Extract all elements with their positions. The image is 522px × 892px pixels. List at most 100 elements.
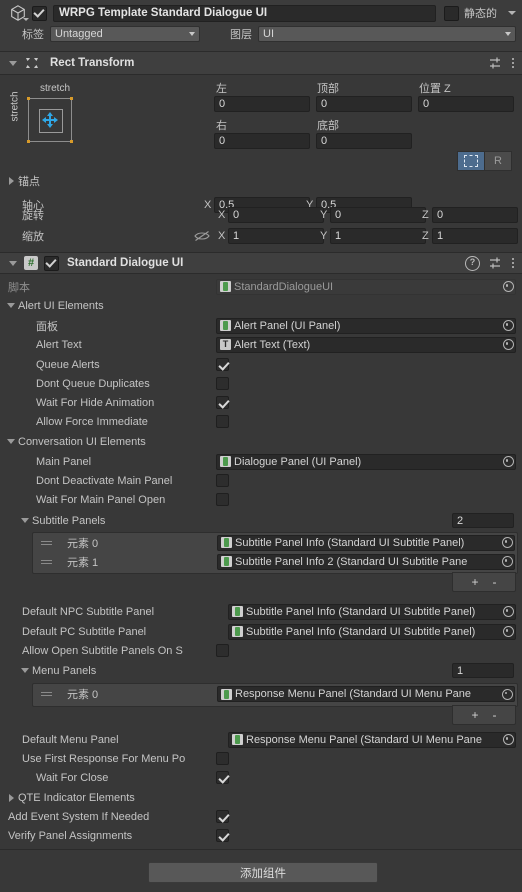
subtitle-panels-foldout[interactable]: Subtitle Panels 2 <box>0 511 522 530</box>
conversation-section-foldout[interactable]: Conversation UI Elements <box>0 432 522 451</box>
subtitle-panels-size-input[interactable]: 2 <box>452 513 514 528</box>
object-picker-icon[interactable] <box>501 320 515 331</box>
inspector-panel: WRPG Template Standard Dialogue UI 静态的 标… <box>0 0 522 892</box>
static-checkbox[interactable] <box>444 5 459 21</box>
prefab-icon <box>232 606 243 617</box>
main-panel-objectfield[interactable]: Dialogue Panel (UI Panel) <box>216 453 516 470</box>
scale-y-input[interactable]: 1 <box>330 227 426 244</box>
tag-dropdown[interactable]: Untagged <box>50 26 200 42</box>
anchors-foldout-row[interactable]: 锚点 <box>0 171 522 190</box>
component-enabled-checkbox[interactable] <box>44 255 59 271</box>
list-item[interactable]: 元素 0 Subtitle Panel Info (Standard UI Su… <box>33 533 517 552</box>
bottom-input[interactable]: 0 <box>316 133 412 149</box>
object-picker-icon[interactable] <box>501 734 515 745</box>
posz-input[interactable]: 0 <box>418 96 514 112</box>
gameobject-active-checkbox[interactable] <box>32 5 47 21</box>
subtitle-element-0-objectfield[interactable]: Subtitle Panel Info (Standard UI Subtitl… <box>217 534 515 551</box>
kebab-menu-icon[interactable] <box>512 256 514 270</box>
alert-text-row: Alert Text Alert Text (Text) <box>0 335 522 354</box>
blueprint-mode-button[interactable] <box>457 151 485 171</box>
subtitle-element-1-objectfield[interactable]: Subtitle Panel Info 2 (Standard UI Subti… <box>217 553 515 570</box>
allow-open-checkbox[interactable] <box>216 644 229 657</box>
right-input[interactable]: 0 <box>214 133 310 149</box>
add-menu-panel-button[interactable]: + <box>471 709 478 721</box>
drag-handle-icon[interactable] <box>41 559 55 564</box>
default-pc-objectfield[interactable]: Subtitle Panel Info (Standard UI Subtitl… <box>228 623 516 640</box>
anchor-top-label: stretch <box>40 83 71 94</box>
preset-icon[interactable] <box>489 256 503 270</box>
stretch-arrows-icon <box>42 112 58 128</box>
main-panel-value: Dialogue Panel (UI Panel) <box>234 455 362 468</box>
remove-menu-panel-button[interactable]: - <box>493 709 497 721</box>
object-picker-icon[interactable] <box>501 626 515 637</box>
default-menu-objectfield[interactable]: Response Menu Panel (Standard UI Menu Pa… <box>228 731 516 748</box>
add-component-button[interactable]: 添加组件 <box>148 862 378 883</box>
object-picker-icon[interactable] <box>501 456 515 467</box>
dont-queue-checkbox[interactable] <box>216 377 229 390</box>
scale-x-input[interactable]: 1 <box>228 227 324 244</box>
allow-force-checkbox[interactable] <box>216 415 229 428</box>
alert-panel-objectfield[interactable]: Alert Panel (UI Panel) <box>216 317 516 334</box>
add-subtitle-panel-button[interactable]: + <box>471 576 478 588</box>
object-picker-icon[interactable] <box>500 556 514 567</box>
dont-deactivate-checkbox[interactable] <box>216 474 229 487</box>
object-picker-icon[interactable] <box>501 339 515 350</box>
left-input[interactable]: 0 <box>214 96 310 112</box>
anchor-preset-widget[interactable]: stretch stretch <box>10 83 94 155</box>
prefab-icon <box>221 556 232 567</box>
rect-transform-icon <box>24 56 42 70</box>
rotation-row: 旋转 X 0 Y 0 Z 0 <box>0 205 522 224</box>
remove-subtitle-panel-button[interactable]: - <box>493 576 497 588</box>
list-item[interactable]: 元素 1 Subtitle Panel Info 2 (Standard UI … <box>33 552 517 571</box>
standard-dialogue-ui-header[interactable]: # Standard Dialogue UI ? <box>0 252 522 274</box>
alert-text-objectfield[interactable]: Alert Text (Text) <box>216 336 516 353</box>
rotation-z-input[interactable]: 0 <box>432 206 518 223</box>
static-toggle-group[interactable]: 静态的 <box>444 5 516 21</box>
drag-handle-icon[interactable] <box>41 540 55 545</box>
menu-panels-foldout[interactable]: Menu Panels 1 <box>0 661 522 680</box>
use-first-response-row: Use First Response For Menu Po <box>0 749 522 768</box>
anchor-preset-box[interactable] <box>27 97 73 143</box>
rect-transform-foldout[interactable] <box>6 60 20 66</box>
component-foldout[interactable] <box>6 260 20 266</box>
help-icon[interactable]: ? <box>465 255 480 271</box>
verify-checkbox[interactable] <box>216 829 229 842</box>
default-npc-objectfield[interactable]: Subtitle Panel Info (Standard UI Subtitl… <box>228 603 516 620</box>
list-item[interactable]: 元素 0 Response Menu Panel (Standard UI Me… <box>33 684 517 704</box>
wait-open-checkbox[interactable] <box>216 493 229 506</box>
wait-hide-checkbox[interactable] <box>216 396 229 409</box>
preset-icon[interactable] <box>489 56 503 70</box>
menu-panels-size-input[interactable]: 1 <box>452 663 514 678</box>
default-menu-panel-row: Default Menu Panel Response Menu Panel (… <box>0 730 522 749</box>
raw-mode-button[interactable]: R <box>485 151 512 171</box>
drag-handle-icon[interactable] <box>41 692 55 696</box>
script-value: StandardDialogueUI <box>234 280 334 293</box>
default-menu-label: Default Menu Panel <box>22 733 119 746</box>
scale-z-input[interactable]: 1 <box>432 227 518 244</box>
gameobject-tag-layer-row: 标签 Untagged 图层 UI <box>0 24 522 44</box>
wait-close-checkbox[interactable] <box>216 771 229 784</box>
top-input[interactable]: 0 <box>316 96 412 112</box>
object-picker-icon[interactable] <box>501 606 515 617</box>
rotation-x-input[interactable]: 0 <box>228 206 324 223</box>
gameobject-name-input[interactable]: WRPG Template Standard Dialogue UI <box>53 4 436 22</box>
layer-dropdown[interactable]: UI <box>258 26 516 42</box>
kebab-menu-icon[interactable] <box>512 56 514 70</box>
add-event-checkbox[interactable] <box>216 810 229 823</box>
object-picker-icon[interactable] <box>501 281 515 292</box>
eye-off-icon[interactable] <box>194 230 210 242</box>
menu-element-0-objectfield[interactable]: Response Menu Panel (Standard UI Menu Pa… <box>217 686 515 702</box>
use-first-checkbox[interactable] <box>216 752 229 765</box>
object-picker-icon[interactable] <box>500 688 514 700</box>
object-picker-icon[interactable] <box>500 537 514 548</box>
anchor-left-label: stretch <box>9 91 21 122</box>
alert-section-foldout[interactable]: Alert UI Elements <box>0 296 522 315</box>
tag-value: Untagged <box>55 28 103 40</box>
main-panel-row: Main Panel Dialogue Panel (UI Panel) <box>0 452 522 471</box>
alert-panel-row: 面板 Alert Panel (UI Panel) <box>0 316 522 335</box>
rect-transform-header[interactable]: Rect Transform <box>0 51 522 75</box>
rotation-y-input[interactable]: 0 <box>330 206 426 223</box>
queue-alerts-checkbox[interactable] <box>216 358 229 371</box>
static-dropdown-icon[interactable] <box>508 11 516 15</box>
qte-section-foldout[interactable]: QTE Indicator Elements <box>0 788 522 807</box>
